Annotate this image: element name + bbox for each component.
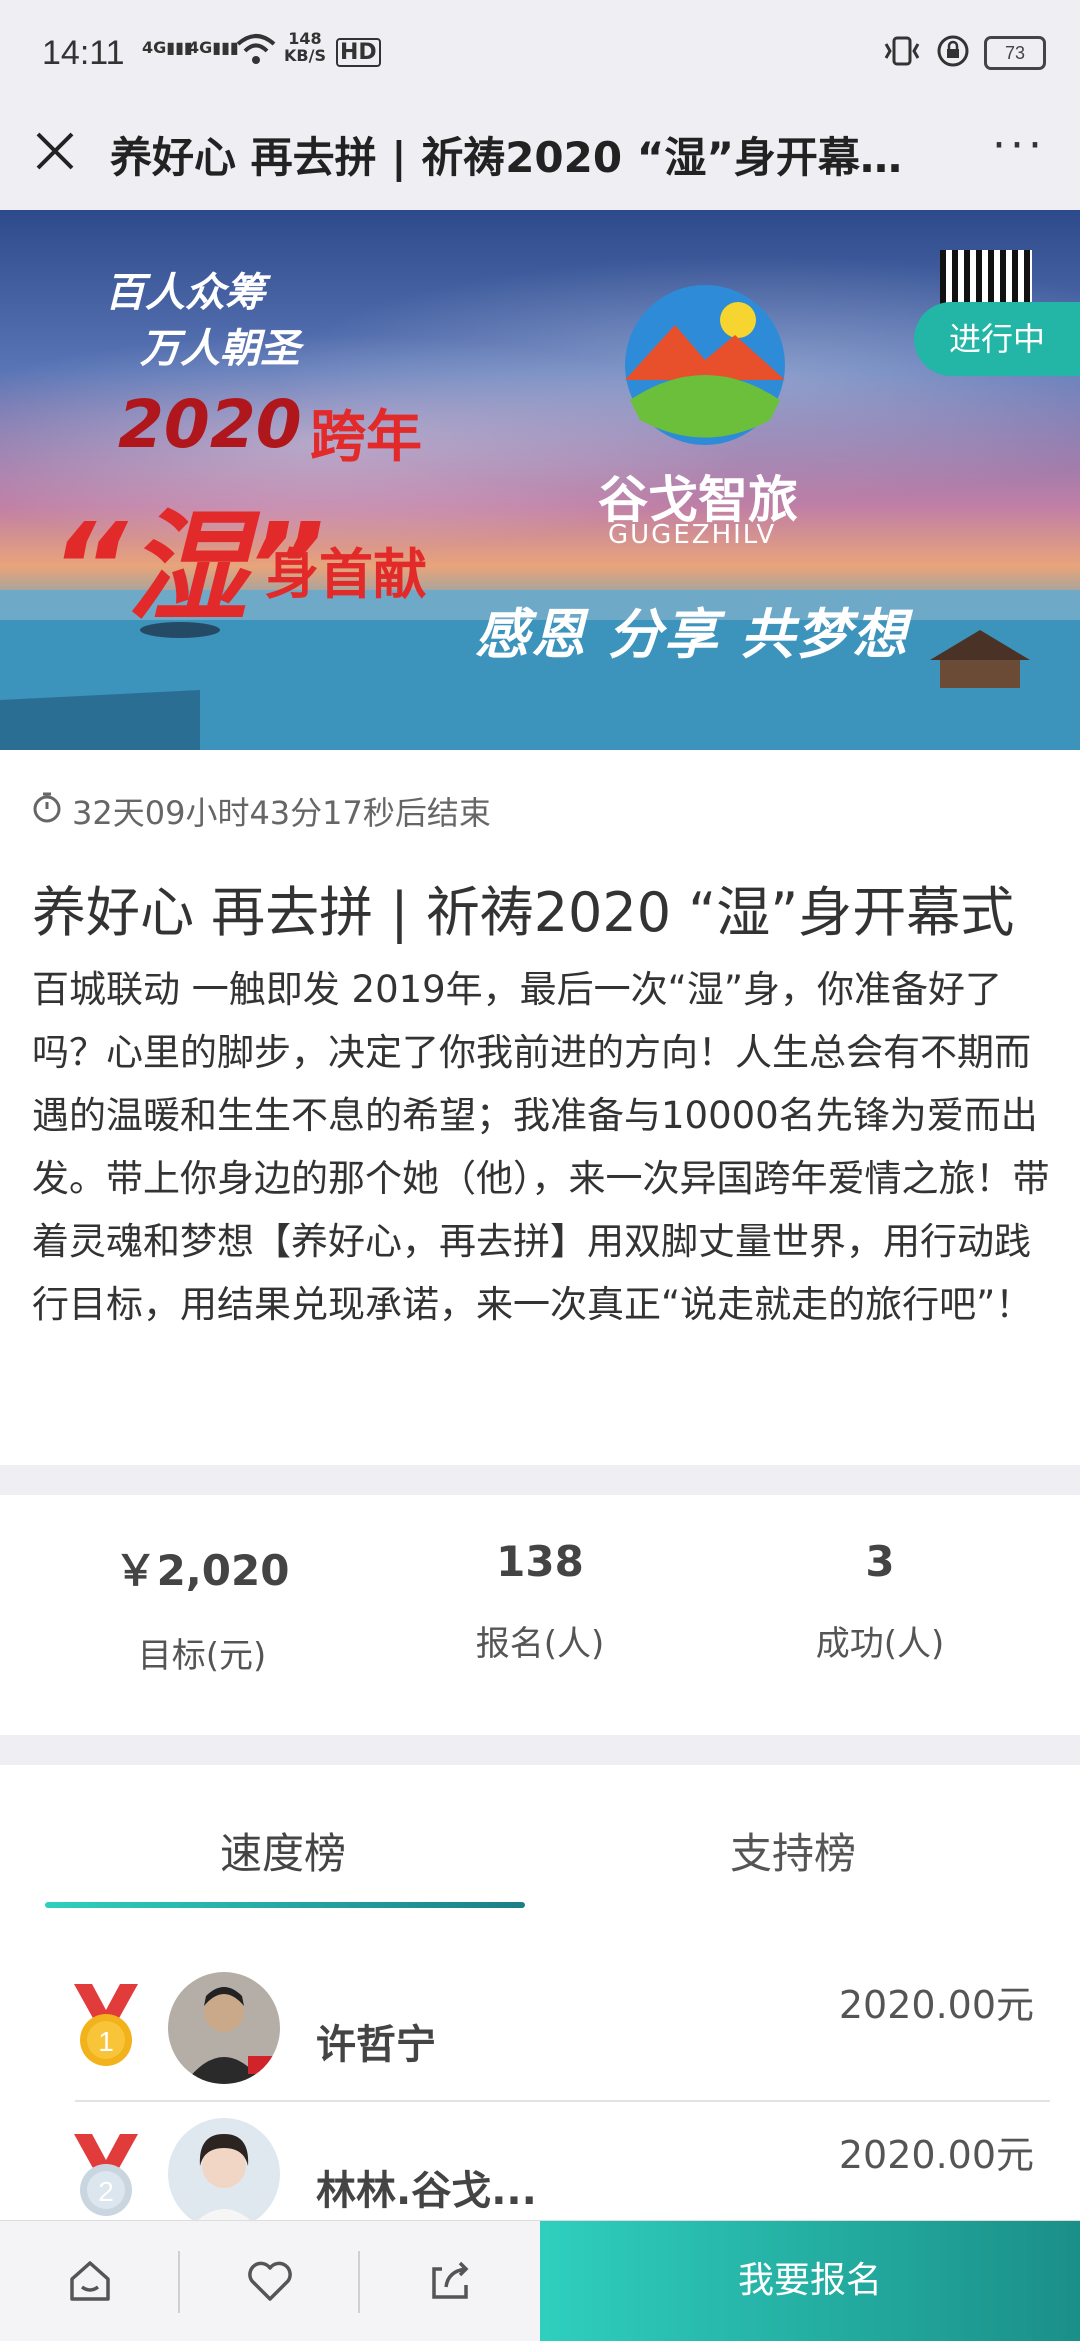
network-speed: 148 KB/S (284, 29, 326, 65)
wifi-icon (236, 32, 276, 72)
bar-divider (178, 2251, 180, 2313)
banner-year: 2020 (118, 386, 302, 463)
stats-panel: ￥2,020 目标(元) 138 报名(人) 3 成功(人) (0, 1495, 1080, 1735)
banner-shenshouxian: 身首献 (265, 543, 427, 606)
battery-icon: 73 (984, 36, 1046, 70)
event-title: 养好心 再去拼 | 祈祷2020 “湿”身开幕式 (32, 881, 1015, 944)
stat-success-label: 成功(人) (815, 1624, 945, 1664)
brand-name-en: GUGEZHILV (608, 520, 777, 550)
stat-goal: ￥2,020 目标(元) (32, 1495, 372, 1677)
signup-button[interactable]: 我要报名 (540, 2221, 1080, 2341)
close-icon[interactable] (30, 126, 80, 176)
svg-text:1: 1 (98, 2026, 114, 2057)
stat-signups-label: 报名(人) (475, 1624, 605, 1664)
page-title: 养好心 再去拼 | 祈祷2020 “湿”身开幕式|... (110, 133, 940, 182)
banner-line1: 百人众筹 (105, 270, 265, 316)
list-item[interactable]: 1 许哲宁 2020.00元 (0, 1960, 1080, 2110)
countdown-text: 32天09小时43分17秒后结束 (72, 794, 491, 832)
tab-support-rank[interactable]: 支持榜 (730, 1820, 856, 1881)
tab-speed-rank[interactable]: 速度榜 (220, 1820, 346, 1881)
rank-name: 许哲宁 (316, 2022, 436, 2068)
stat-signups: 138 报名(人) (370, 1495, 710, 1665)
active-tab-indicator (45, 1902, 525, 1908)
stat-signups-value: 138 (496, 1537, 584, 1586)
status-bar: 14:11 4G▮▮▮ 4G▮▮▮ 148 KB/S HD 73 (0, 0, 1080, 112)
stat-goal-label: 目标(元) (137, 1636, 267, 1676)
rank-amount: 2020.00元 (838, 1983, 1034, 2027)
signal-icon-2: 4G▮▮▮ (188, 38, 239, 57)
hd-icon: HD (336, 38, 381, 67)
banner-kuanian: 跨年 (310, 405, 422, 470)
bottom-action-bar: 我要报名 (0, 2220, 1080, 2341)
status-time: 14:11 (42, 34, 125, 72)
gold-medal-icon: 1 (74, 1984, 138, 2066)
brand-logo-icon (625, 285, 785, 445)
countdown: 32天09小时43分17秒后结束 (32, 788, 491, 834)
status-badge: 进行中 (914, 302, 1080, 376)
heart-icon[interactable] (244, 2255, 296, 2307)
stat-success-value: 3 (865, 1537, 895, 1586)
event-description: 百城联动 一触即发 2019年，最后一次“湿”身，你准备好了吗？心里的脚步，决定… (32, 968, 1050, 1326)
row-divider (75, 2100, 1050, 2102)
silver-medal-icon: 2 (74, 2134, 138, 2216)
event-banner: 百人众筹 万人朝圣 2020 跨年 “湿” 身首献 谷戈智旅 GUGEZHILV… (0, 210, 1080, 750)
rank-amount: 2020.00元 (838, 2133, 1034, 2177)
title-bar: 养好心 再去拼 | 祈祷2020 “湿”身开幕式|... ··· (0, 112, 1080, 210)
bar-divider (358, 2251, 360, 2313)
share-icon[interactable] (424, 2255, 476, 2307)
stopwatch-icon (32, 791, 62, 831)
vibrate-icon (882, 34, 922, 72)
home-icon[interactable] (64, 2255, 116, 2307)
banner-slogan: 感恩 分享 共梦想 (475, 603, 909, 666)
svg-text:2: 2 (98, 2176, 114, 2207)
stat-success: 3 成功(人) (710, 1495, 1050, 1665)
lock-rotate-icon (936, 34, 970, 72)
avatar (168, 1972, 280, 2084)
signal-icon-1: 4G▮▮▮ (142, 38, 193, 57)
section-divider (0, 1735, 1080, 1765)
ranking-tabs: 速度榜 支持榜 (0, 1765, 1080, 1915)
banner-line2: 万人朝圣 (140, 326, 300, 372)
avatar (168, 2118, 280, 2230)
section-divider (0, 1465, 1080, 1495)
rank-name: 林林.谷戈... (316, 2168, 537, 2214)
stat-goal-value: ￥2,020 (114, 1546, 290, 1595)
more-menu-icon[interactable]: ··· (992, 120, 1046, 171)
